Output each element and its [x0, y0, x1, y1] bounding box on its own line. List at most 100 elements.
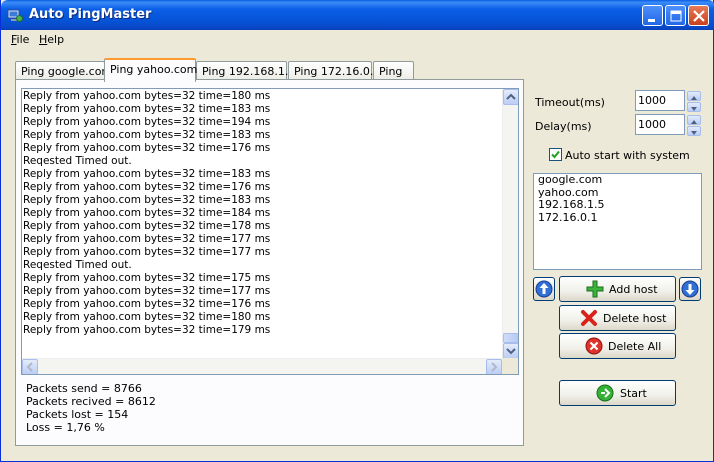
- log-line: Reqested Timed out.: [23, 155, 132, 167]
- host-item[interactable]: 192.168.1.5: [534, 198, 701, 212]
- timeout-label: Timeout(ms): [535, 96, 605, 109]
- autostart-checkbox[interactable]: [549, 148, 562, 161]
- horizontal-scrollbar[interactable]: [22, 358, 502, 374]
- delete-host-label: Delete host: [603, 312, 667, 325]
- scroll-down-button[interactable]: [503, 343, 518, 359]
- arrow-down-icon: [691, 107, 697, 111]
- menu-bar: File Help: [2, 30, 713, 50]
- move-host-up-button[interactable]: [533, 277, 555, 301]
- maximize-icon: [670, 10, 682, 22]
- packet-stats: Packets send = 8766 Packets recived = 86…: [26, 382, 156, 434]
- log-line: Reply from yahoo.com bytes=32 time=180 m…: [23, 90, 271, 102]
- log-line: Reqested Timed out.: [23, 259, 132, 271]
- timeout-spin-buttons: [687, 91, 701, 112]
- arrow-down-circle-icon: [681, 280, 699, 298]
- log-line: Reply from yahoo.com bytes=32 time=180 m…: [23, 311, 271, 323]
- log-line: Reply from yahoo.com bytes=32 time=194 m…: [23, 116, 271, 128]
- tab-panel: Reply from yahoo.com bytes=32 time=180 m…: [15, 79, 524, 446]
- tab-label: Ping google.com: [21, 65, 113, 78]
- delay-label: Delay(ms): [535, 120, 592, 133]
- tab-ping-yahoo[interactable]: Ping yahoo.com: [104, 58, 198, 82]
- log-line: Reply from yahoo.com bytes=32 time=177 m…: [23, 285, 271, 297]
- packet-loss: Loss = 1,76 %: [26, 421, 105, 434]
- scroll-left-button[interactable]: [22, 359, 38, 374]
- tab-label: Ping 172.16.0.1: [294, 65, 381, 78]
- host-item[interactable]: 172.16.0.1: [534, 211, 701, 225]
- log-line: Reply from yahoo.com bytes=32 time=183 m…: [23, 129, 271, 141]
- delay-increment-button[interactable]: [687, 115, 701, 125]
- tab-ping-172-16-0-1[interactable]: Ping 172.16.0.1: [288, 61, 380, 81]
- checkmark-icon: [551, 150, 560, 159]
- timeout-decrement-button[interactable]: [687, 102, 701, 112]
- start-button[interactable]: Start: [559, 380, 676, 406]
- log-line: Reply from yahoo.com bytes=32 time=183 m…: [23, 168, 271, 180]
- packets-lost: Packets lost = 154: [26, 408, 129, 421]
- minimize-icon: [648, 19, 655, 22]
- packets-received: Packets recived = 8612: [26, 395, 156, 408]
- host-list[interactable]: google.com yahoo.com 192.168.1.5 172.16.…: [533, 173, 702, 270]
- app-icon: [7, 9, 23, 22]
- log-line: Reply from yahoo.com bytes=32 time=176 m…: [23, 298, 271, 310]
- vertical-scroll-thumb[interactable]: [503, 333, 518, 343]
- delay-value: 1000: [638, 118, 666, 131]
- log-line: Reply from yahoo.com bytes=32 time=183 m…: [23, 194, 271, 206]
- log-line: Reply from yahoo.com bytes=32 time=175 m…: [23, 272, 271, 284]
- start-icon: [596, 384, 614, 402]
- chevron-right-icon: [491, 362, 498, 372]
- app-window: Auto PingMaster File Help Ping google.co…: [0, 0, 714, 462]
- ping-log[interactable]: Reply from yahoo.com bytes=32 time=180 m…: [21, 88, 519, 375]
- log-line: Reply from yahoo.com bytes=32 time=176 m…: [23, 181, 271, 193]
- delete-all-label: Delete All: [608, 340, 662, 353]
- log-lines: Reply from yahoo.com bytes=32 time=180 m…: [23, 90, 501, 337]
- scroll-corner: [502, 358, 518, 374]
- timeout-stepper[interactable]: 1000: [635, 90, 701, 112]
- plus-icon: [586, 280, 604, 298]
- start-label: Start: [620, 387, 647, 400]
- menu-file[interactable]: File: [11, 33, 29, 46]
- timeout-value: 1000: [638, 94, 666, 107]
- arrow-down-icon: [691, 131, 697, 135]
- log-line: Reply from yahoo.com bytes=32 time=179 m…: [23, 324, 271, 336]
- arrow-up-icon: [691, 96, 697, 100]
- menu-help[interactable]: Help: [39, 33, 64, 46]
- tab-label: Ping: [379, 65, 403, 78]
- autostart-label[interactable]: Auto start with system: [565, 149, 690, 162]
- tab-label: Ping 192.168.1.5: [202, 65, 296, 78]
- close-icon: [693, 10, 705, 22]
- maximize-button[interactable]: [665, 5, 686, 26]
- minimize-button[interactable]: [642, 5, 663, 26]
- timeout-increment-button[interactable]: [687, 91, 701, 101]
- delay-spin-buttons: [687, 115, 701, 136]
- arrow-up-icon: [691, 120, 697, 124]
- title-bar[interactable]: Auto PingMaster: [1, 0, 714, 30]
- arrow-up-circle-icon: [535, 280, 553, 298]
- tab-label: Ping yahoo.com: [110, 63, 198, 76]
- log-line: Reply from yahoo.com bytes=32 time=183 m…: [23, 103, 271, 115]
- host-item[interactable]: google.com: [534, 173, 701, 187]
- tab-ping-google[interactable]: Ping google.com: [15, 61, 112, 81]
- red-x-icon: [581, 310, 597, 326]
- tab-ping-new[interactable]: Ping: [373, 61, 414, 81]
- chevron-down-icon: [506, 348, 516, 355]
- log-line: Reply from yahoo.com bytes=32 time=178 m…: [23, 220, 271, 232]
- delete-host-button[interactable]: Delete host: [559, 305, 676, 331]
- chevron-up-icon: [506, 93, 516, 100]
- move-host-down-button[interactable]: [679, 277, 701, 301]
- log-line: Reply from yahoo.com bytes=32 time=184 m…: [23, 207, 271, 219]
- log-line: Reply from yahoo.com bytes=32 time=177 m…: [23, 246, 271, 258]
- vertical-scrollbar[interactable]: [502, 89, 518, 359]
- delete-all-button[interactable]: Delete All: [559, 333, 676, 359]
- delay-stepper[interactable]: 1000: [635, 114, 701, 136]
- scroll-up-button[interactable]: [503, 89, 518, 105]
- log-line: Reply from yahoo.com bytes=32 time=177 m…: [23, 233, 271, 245]
- add-host-label: Add host: [609, 283, 658, 296]
- delete-circle-icon: [585, 337, 603, 355]
- window-title: Auto PingMaster: [29, 7, 152, 22]
- packets-sent: Packets send = 8766: [26, 382, 142, 395]
- close-button[interactable]: [688, 5, 709, 26]
- delay-decrement-button[interactable]: [687, 126, 701, 136]
- add-host-button[interactable]: Add host: [559, 276, 676, 302]
- tab-ping-192-168-1-5[interactable]: Ping 192.168.1.5: [196, 61, 295, 81]
- scroll-right-button[interactable]: [486, 359, 502, 374]
- chevron-left-icon: [26, 362, 33, 372]
